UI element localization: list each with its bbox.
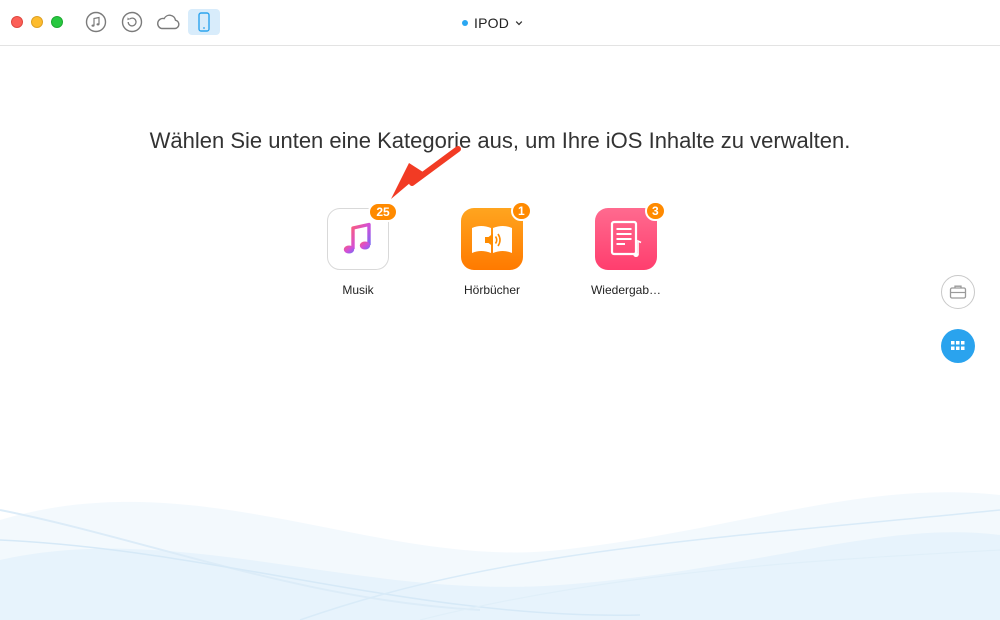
device-icon[interactable] xyxy=(188,9,220,35)
device-status-dot xyxy=(462,20,468,26)
music-note-icon[interactable] xyxy=(80,9,112,35)
playlist-icon[interactable]: 3 xyxy=(595,201,666,270)
apple-music-icon[interactable]: 25 xyxy=(327,202,398,270)
category-label: Musik xyxy=(342,283,374,297)
page-headline: Wählen Sie unten eine Kategorie aus, um … xyxy=(149,128,851,153)
playlist-count-badge: 3 xyxy=(645,201,666,221)
window-minimize-button[interactable] xyxy=(31,16,43,28)
annotation-arrow xyxy=(391,146,461,199)
apps-grid-button[interactable] xyxy=(941,329,975,363)
device-name: IPOD xyxy=(474,15,510,31)
apps-grid-icon xyxy=(951,341,965,350)
title-bar: IPOD xyxy=(0,0,1000,46)
window-close-button[interactable] xyxy=(11,16,23,28)
category-audiobooks[interactable]: 1 Hörbücher xyxy=(437,201,547,297)
category-playlists[interactable]: 3 Wiedergab… xyxy=(571,201,681,297)
toolbox-button[interactable] xyxy=(941,275,975,309)
background-waves xyxy=(0,492,1000,620)
device-selector[interactable]: IPOD xyxy=(462,14,523,32)
audiobook-count-badge: 1 xyxy=(511,201,532,221)
window-maximize-button[interactable] xyxy=(51,16,63,28)
category-music[interactable]: 25 Musik xyxy=(303,202,413,297)
category-label: Hörbücher xyxy=(463,283,521,297)
restore-icon[interactable] xyxy=(116,9,148,35)
cloud-icon[interactable] xyxy=(152,9,184,35)
category-label: Wiedergab… xyxy=(590,283,662,297)
audiobook-icon[interactable]: 1 xyxy=(461,201,532,270)
toolbox-icon xyxy=(949,285,967,299)
chevron-down-icon xyxy=(515,21,523,26)
